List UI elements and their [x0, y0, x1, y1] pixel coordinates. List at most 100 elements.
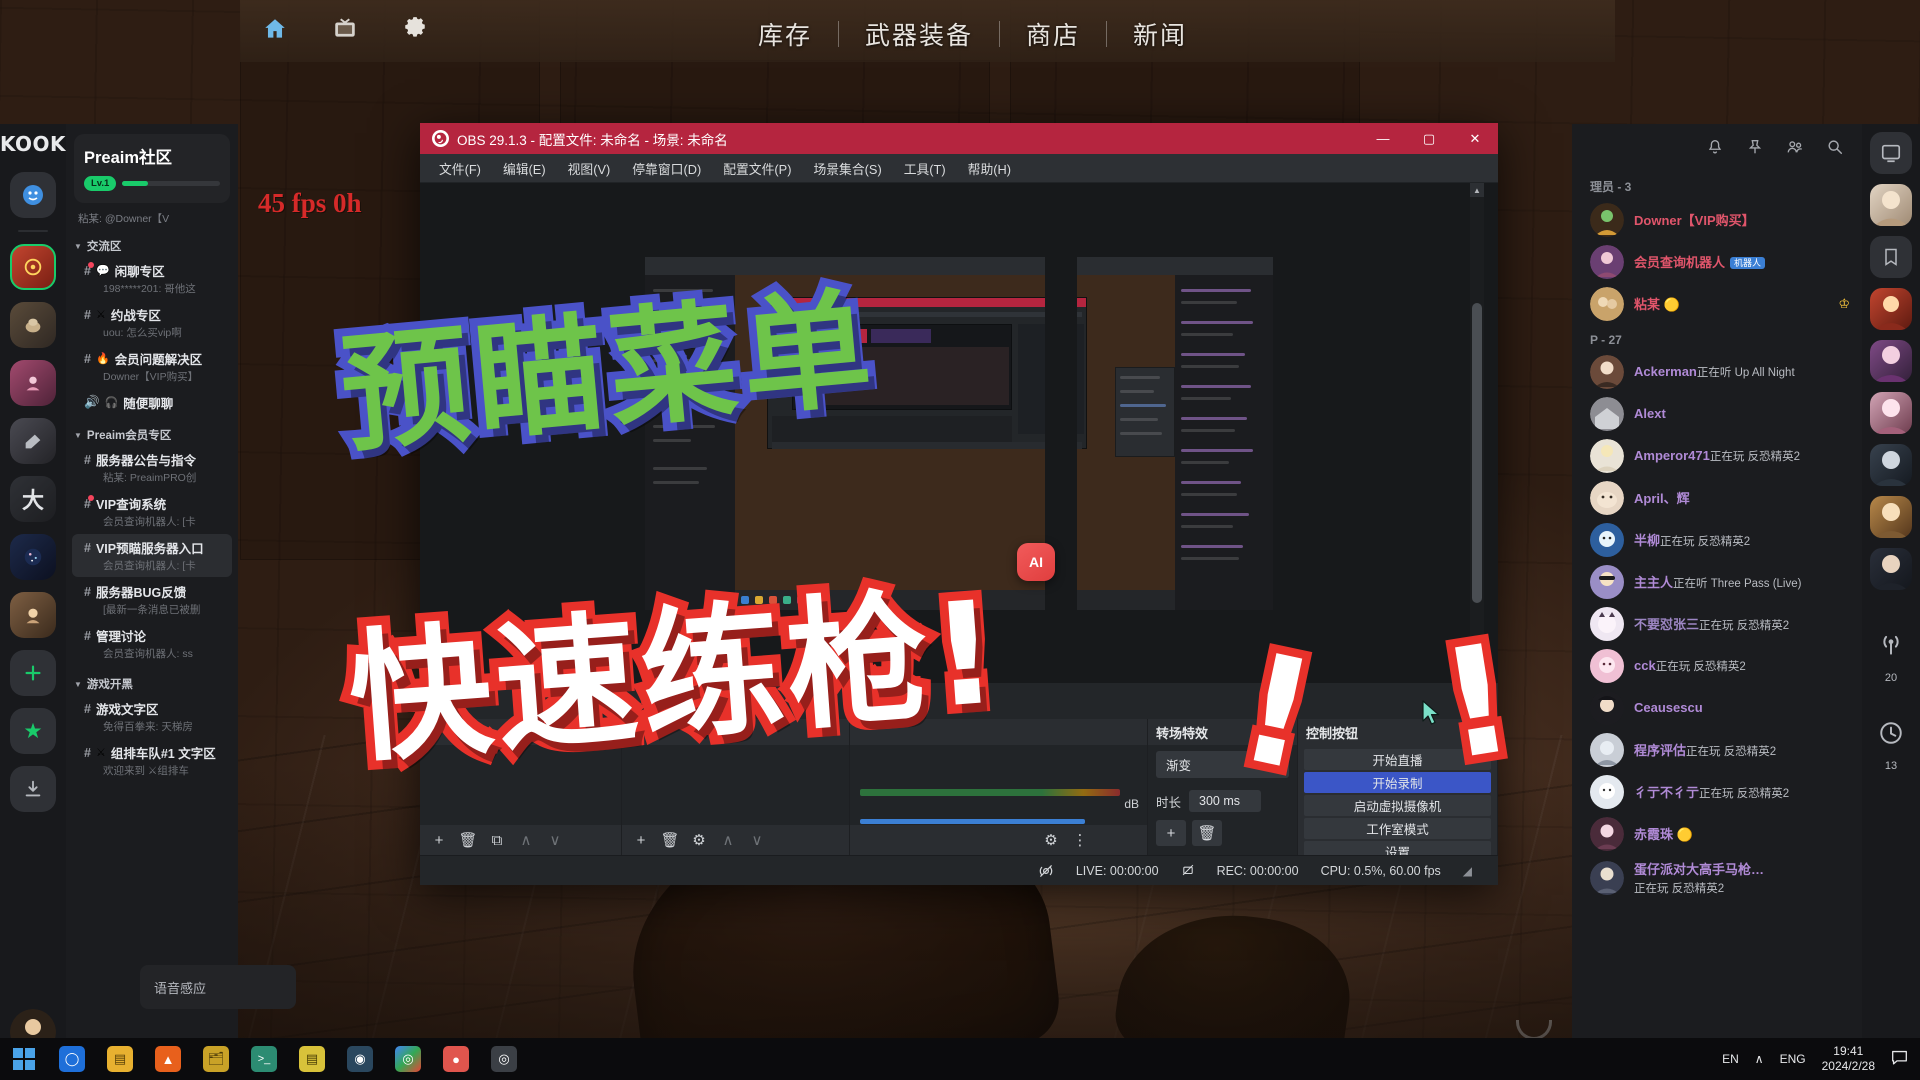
- obs-menu-tools[interactable]: 工具(T): [893, 155, 957, 182]
- audio-slider[interactable]: [860, 819, 1085, 824]
- pinned-message[interactable]: 粘某: @Downer【V: [66, 203, 238, 228]
- rail-item-preaim-server[interactable]: [10, 244, 56, 290]
- channel-item-suibianliaoliao[interactable]: 🔊 🎧 随便聊聊: [72, 389, 232, 416]
- member-row[interactable]: Ackerman正在听 Up All Night: [1572, 351, 1862, 393]
- signal-icon[interactable]: [1870, 624, 1912, 666]
- voice-activity-box[interactable]: 语音感应: [140, 965, 296, 1009]
- scene-move-down-button[interactable]: ∨: [542, 828, 568, 852]
- rail-item-server-3[interactable]: [10, 360, 56, 406]
- resize-grip-icon[interactable]: ◢: [1463, 864, 1472, 878]
- rail-right-avatar-3[interactable]: [1870, 340, 1912, 382]
- taskbar-explorer-icon[interactable]: ▤: [96, 1038, 144, 1080]
- obs-menu-help[interactable]: 帮助(H): [957, 155, 1022, 182]
- member-row[interactable]: Alext: [1572, 393, 1862, 435]
- game-nav-news[interactable]: 新闻: [1107, 14, 1213, 54]
- obs-menu-edit[interactable]: 编辑(E): [492, 155, 557, 182]
- rail-right-avatar-6[interactable]: [1870, 496, 1912, 538]
- member-row[interactable]: 程序评估正在玩 反恐精英2: [1572, 729, 1862, 771]
- member-row[interactable]: 主主人正在听 Three Pass (Live): [1572, 561, 1862, 603]
- rail-right-avatar-5[interactable]: [1870, 444, 1912, 486]
- member-row[interactable]: Amperor471正在玩 反恐精英2: [1572, 435, 1862, 477]
- pin-icon[interactable]: [1744, 136, 1766, 158]
- game-nav-inventory[interactable]: 库存: [732, 14, 838, 54]
- tv-icon[interactable]: [330, 14, 360, 44]
- category-header-member[interactable]: ▼ Preaim会员专区: [66, 417, 238, 445]
- scroll-up-icon[interactable]: ▲: [1470, 183, 1484, 197]
- member-row[interactable]: 赤霞珠 🟡: [1572, 813, 1862, 855]
- member-row[interactable]: 会员查询机器人 机器人: [1572, 241, 1862, 283]
- scene-filters-button[interactable]: ⧉: [484, 828, 510, 852]
- scene-add-button[interactable]: +: [426, 828, 452, 852]
- rail-right-avatar-7[interactable]: [1870, 548, 1912, 590]
- server-card[interactable]: Preaim社区 Lv.1: [74, 134, 230, 203]
- channel-item-vip-preaim-entry[interactable]: # VIP预瞄服务器入口 会员查询机器人: [卡: [72, 534, 232, 577]
- member-row[interactable]: 粘某 🟡 ♔: [1572, 283, 1862, 325]
- taskbar-obs-icon[interactable]: ◎: [480, 1038, 528, 1080]
- tray-ime-indicator[interactable]: EN: [1722, 1052, 1739, 1066]
- taskbar-notepad-icon[interactable]: ▤: [288, 1038, 336, 1080]
- notification-bell-icon[interactable]: [1704, 136, 1726, 158]
- channel-item-admin-discuss[interactable]: # 管理讨论 会员查询机器人: ss: [72, 622, 232, 665]
- rail-add-server-button[interactable]: [10, 650, 56, 696]
- taskbar-search-icon[interactable]: ◯: [48, 1038, 96, 1080]
- member-row[interactable]: 彳亍不彳亍正在玩 反恐精英2: [1572, 771, 1862, 813]
- taskbar-files-icon[interactable]: 🗂: [192, 1038, 240, 1080]
- scene-remove-button[interactable]: 🗑: [455, 828, 481, 852]
- obs-menu-profile[interactable]: 配置文件(P): [712, 155, 802, 182]
- start-virtual-camera-button[interactable]: 启动虚拟摄像机: [1304, 795, 1491, 816]
- mixer-menu-button[interactable]: ⋮: [1067, 828, 1093, 852]
- rail-right-avatar-2[interactable]: [1870, 288, 1912, 330]
- channel-item-xianliao[interactable]: # 💬 闲聊专区 198*****201: 哥他这: [72, 257, 232, 300]
- taskbar-qq-icon[interactable]: ●: [432, 1038, 480, 1080]
- rail-right-item-1[interactable]: [1870, 132, 1912, 174]
- rail-item-server-6[interactable]: [10, 534, 56, 580]
- rail-item-server-7[interactable]: [10, 592, 56, 638]
- game-nav-weapons[interactable]: 武器装备: [839, 14, 999, 54]
- mixer-settings-button[interactable]: ⚙: [1038, 828, 1064, 852]
- transition-remove-button[interactable]: 🗑: [1192, 820, 1222, 846]
- ai-badge-icon[interactable]: AI: [1017, 543, 1055, 581]
- scenes-list[interactable]: [420, 745, 621, 825]
- windows-start-button[interactable]: [0, 1038, 48, 1080]
- taskbar-chrome-icon[interactable]: ◎: [384, 1038, 432, 1080]
- obs-menu-scene-collection[interactable]: 场景集合(S): [802, 155, 892, 182]
- obs-maximize-button[interactable]: ▢: [1406, 123, 1452, 154]
- members-icon[interactable]: [1784, 136, 1806, 158]
- taskbar-vlc-icon[interactable]: ▲: [144, 1038, 192, 1080]
- source-move-down-button[interactable]: ∨: [744, 828, 770, 852]
- category-header-jiaoliu[interactable]: ▼ 交流区: [66, 228, 238, 256]
- rail-download-button[interactable]: [10, 766, 56, 812]
- history-icon[interactable]: [1870, 712, 1912, 754]
- channel-item-bug-feedback[interactable]: # 服务器BUG反馈 [最新一条消息已被删: [72, 578, 232, 621]
- member-row[interactable]: 半柳正在玩 反恐精英2: [1572, 519, 1862, 561]
- member-row[interactable]: 蛋仔派对大高手马枪… 正在玩 反恐精英2: [1572, 855, 1862, 901]
- obs-close-button[interactable]: ✕: [1452, 123, 1498, 154]
- member-row[interactable]: cck正在玩 反恐精英2: [1572, 645, 1862, 687]
- rail-item-server-5[interactable]: 大: [10, 476, 56, 522]
- sources-list[interactable]: [622, 745, 849, 825]
- source-move-up-button[interactable]: ∧: [715, 828, 741, 852]
- scene-move-up-button[interactable]: ∧: [513, 828, 539, 852]
- channel-item-yuezhan[interactable]: # ⚔ 约战专区 uou: 怎么买vip啊: [72, 301, 232, 344]
- obs-menu-view[interactable]: 视图(V): [557, 155, 622, 182]
- obs-minimize-button[interactable]: —: [1360, 123, 1406, 154]
- rail-discover-button[interactable]: [10, 708, 56, 754]
- notification-icon[interactable]: [1891, 1049, 1908, 1069]
- rail-item-server-2[interactable]: [10, 302, 56, 348]
- rail-right-avatar-1[interactable]: [1870, 184, 1912, 226]
- rail-item-server-4[interactable]: [10, 418, 56, 464]
- channel-item-huiyuanwenti[interactable]: # 🔥 会员问题解决区 Downer【VIP购买】: [72, 345, 232, 388]
- taskbar-steam-icon[interactable]: ◉: [336, 1038, 384, 1080]
- search-icon[interactable]: [1824, 136, 1846, 158]
- audio-mixer-body[interactable]: dB: [850, 745, 1147, 825]
- category-header-gaming[interactable]: ▼ 游戏开黑: [66, 666, 238, 694]
- transition-add-button[interactable]: +: [1156, 820, 1186, 846]
- obs-menu-docks[interactable]: 停靠窗口(D): [621, 155, 712, 182]
- channel-item-vip-query[interactable]: # VIP查询系统 会员查询机器人: [卡: [72, 490, 232, 533]
- member-row[interactable]: April、辉: [1572, 477, 1862, 519]
- member-row[interactable]: Downer【VIP购买】: [1572, 199, 1862, 241]
- channel-item-gonggao[interactable]: # 服务器公告与指令 粘某: PreaimPRO创: [72, 446, 232, 489]
- source-properties-button[interactable]: ⚙: [686, 828, 712, 852]
- obs-preview-canvas[interactable]: [420, 183, 1498, 683]
- studio-mode-button[interactable]: 工作室模式: [1304, 818, 1491, 839]
